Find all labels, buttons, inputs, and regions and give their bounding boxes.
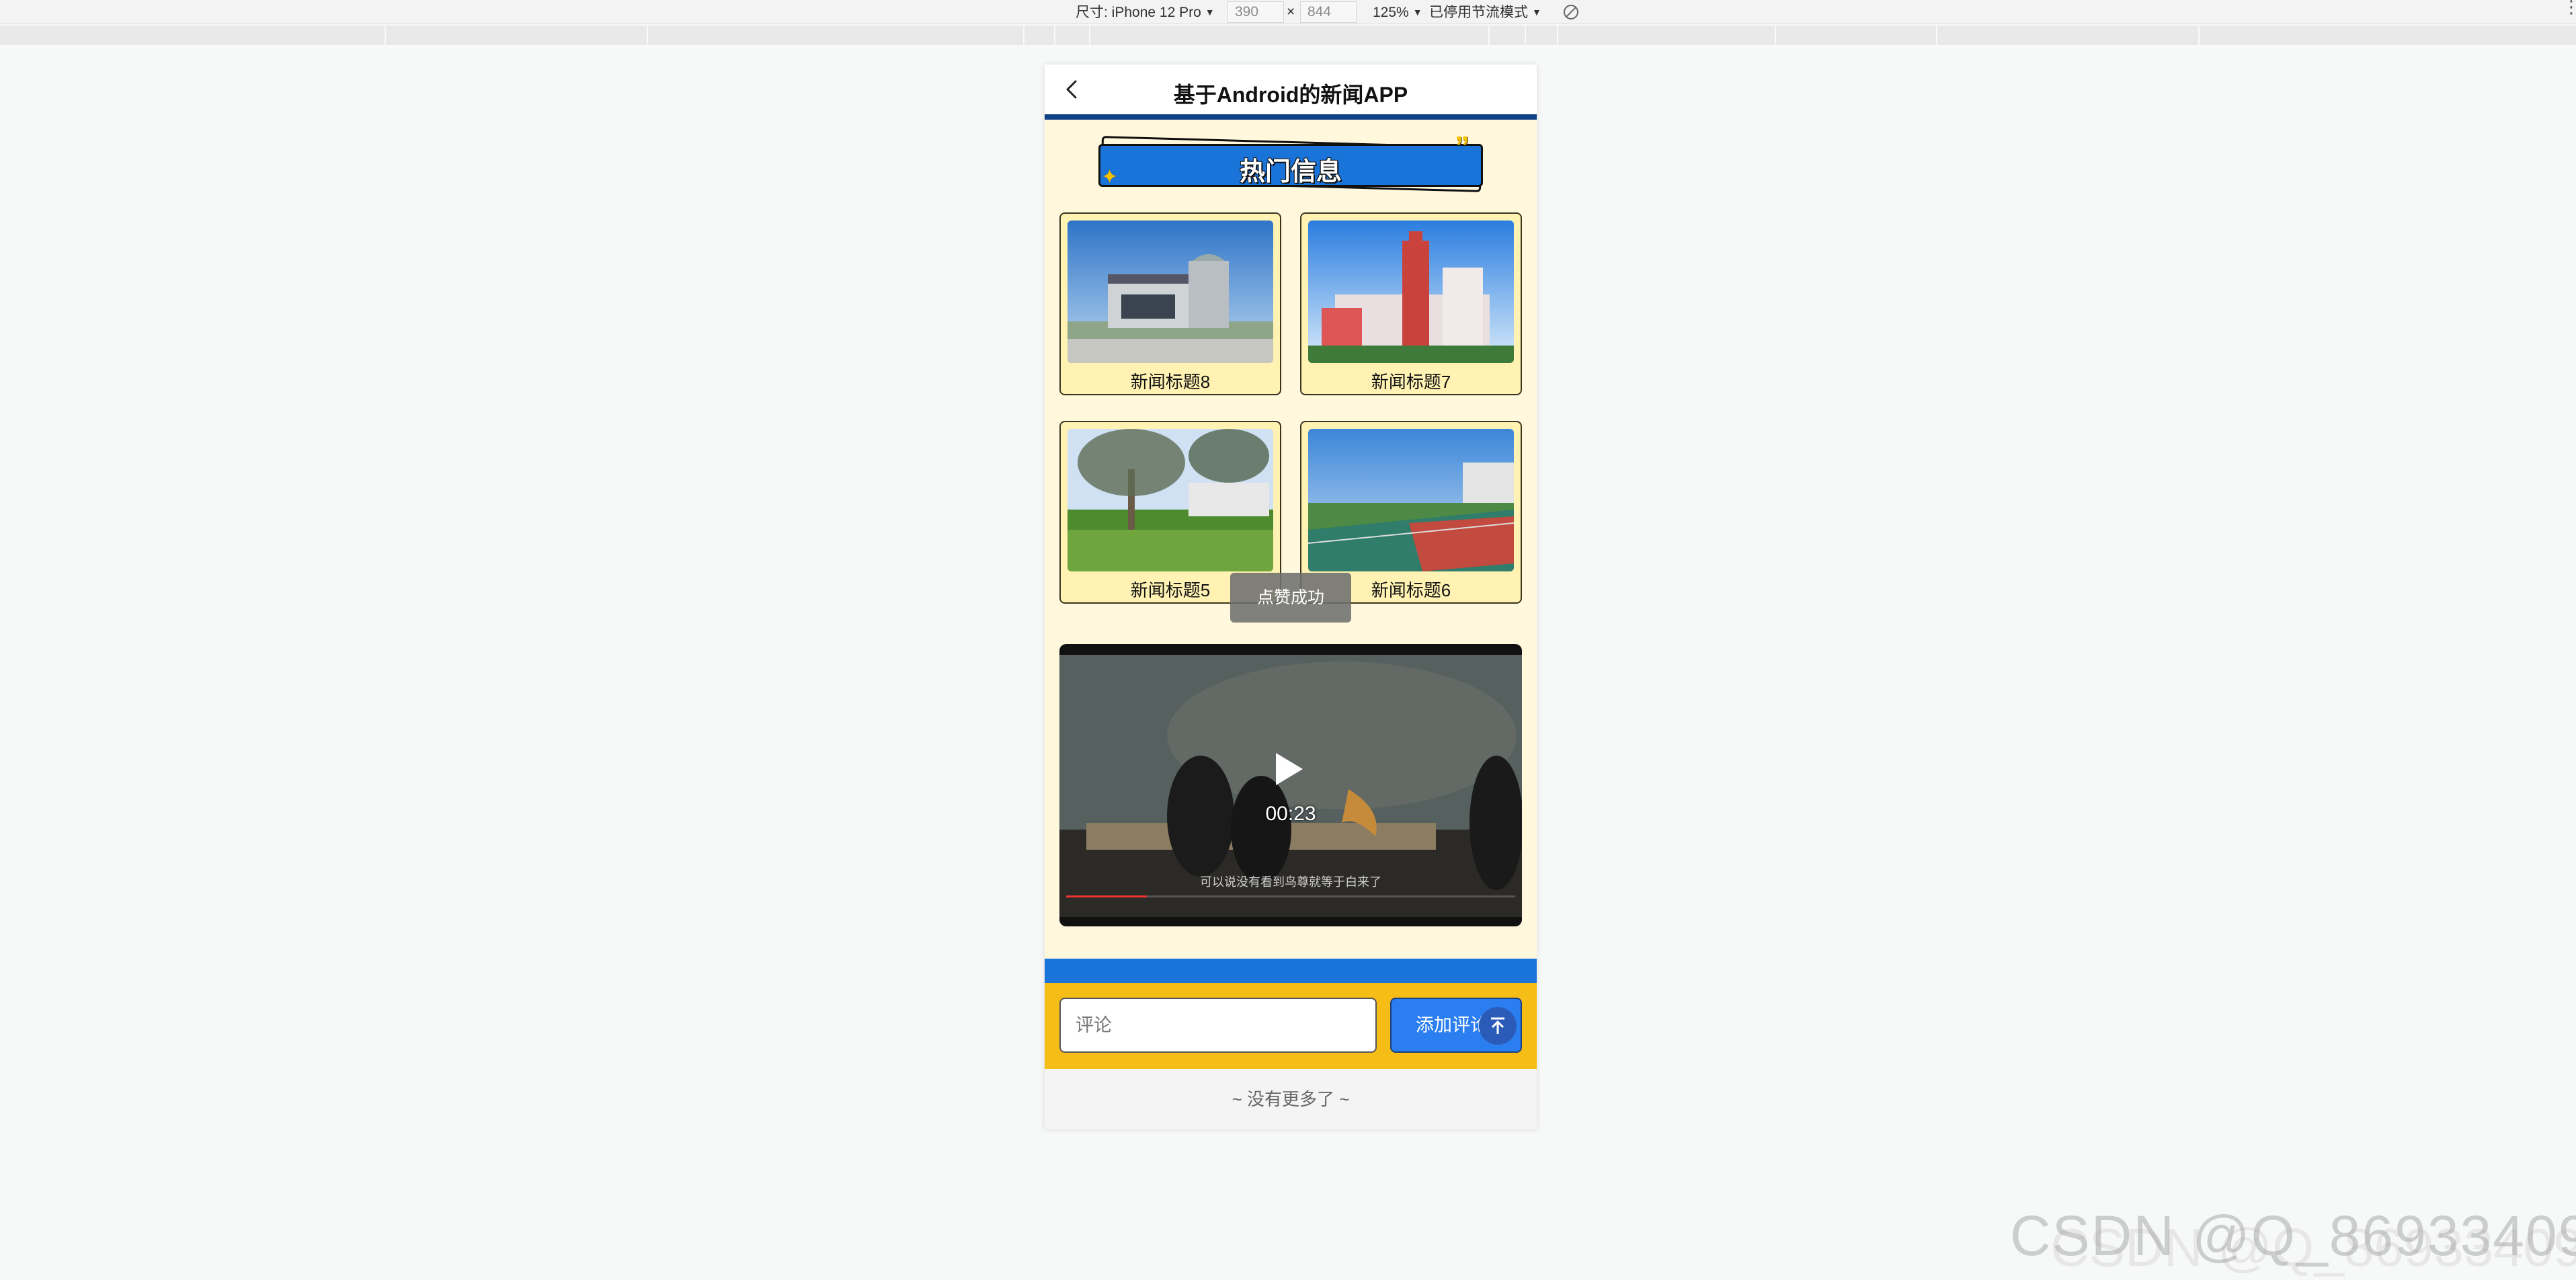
- disable-sensor-icon[interactable]: [1564, 5, 1578, 19]
- video-duration: 00:23: [1265, 803, 1316, 825]
- times-sign: ×: [1287, 4, 1295, 19]
- width-input[interactable]: 390: [1227, 1, 1284, 23]
- back-to-top-button[interactable]: [1479, 1007, 1517, 1045]
- throttle-label: 已停用节流模式: [1429, 5, 1528, 20]
- news-thumbnail[interactable]: [1068, 221, 1273, 363]
- ruler-segment[interactable]: [385, 26, 386, 44]
- news-title: 新闻标题7: [1371, 372, 1451, 392]
- toast-message: 点赞成功: [1230, 573, 1351, 623]
- device-select[interactable]: 尺寸: iPhone 12 Pro ▼: [1076, 3, 1215, 22]
- news-thumbnail[interactable]: [1068, 429, 1273, 571]
- ruler-segment[interactable]: [1054, 26, 1055, 44]
- height-input[interactable]: 844: [1300, 1, 1357, 23]
- ruler-segment[interactable]: [1525, 26, 1526, 44]
- quote-icon: ”: [1455, 130, 1470, 163]
- news-card[interactable]: 新闻标题8: [1059, 212, 1281, 395]
- ruler-segment[interactable]: [2198, 26, 2200, 44]
- more-options-icon[interactable]: ⋮: [2563, 0, 2576, 23]
- news-thumbnail[interactable]: [1308, 221, 1514, 363]
- ruler-segment[interactable]: [647, 26, 648, 44]
- device-label: 尺寸: iPhone 12 Pro: [1076, 5, 1201, 20]
- media-query-ruler: [0, 26, 2576, 44]
- video-subtitle: 可以说没有看到鸟尊就等于白来了: [1200, 875, 1381, 889]
- nav-bar: 基于Android的新闻APP: [1045, 65, 1537, 120]
- ruler-segment[interactable]: [1775, 26, 1776, 44]
- ruler-segment[interactable]: [1936, 26, 1937, 44]
- ruler-segment[interactable]: [1089, 26, 1090, 44]
- caret-down-icon: ▼: [1532, 7, 1541, 17]
- ruler-segment[interactable]: [1488, 26, 1490, 44]
- section-title: 热门信息: [1239, 158, 1342, 186]
- devtools-device-toolbar: 尺寸: iPhone 12 Pro ▼ 390 × 844 125% ▼ 已停用节流…: [0, 0, 2576, 24]
- ruler-segment[interactable]: [1557, 26, 1558, 44]
- arrow-up-icon: [1491, 1017, 1504, 1034]
- comment-input[interactable]: [1059, 998, 1377, 1053]
- comment-bar: 添加评论: [1045, 983, 1537, 1069]
- sparkle-icon: ✦: [1101, 166, 1119, 188]
- section-banner: 热门信息 ✦ ”: [1098, 130, 1483, 192]
- csdn-watermark: CSDN @Q_869334091: [2010, 1204, 2576, 1267]
- zoom-label: 125%: [1373, 5, 1409, 20]
- video-progress-fill: [1066, 895, 1148, 897]
- no-more-note: ~ 没有更多了 ~: [1045, 1069, 1537, 1129]
- video-progress-bar[interactable]: [1066, 895, 1515, 897]
- news-card[interactable]: 新闻标题7: [1300, 212, 1522, 395]
- throttle-select[interactable]: 已停用节流模式 ▼: [1429, 3, 1541, 22]
- play-icon[interactable]: [1276, 753, 1303, 785]
- blue-divider: [1045, 959, 1537, 983]
- news-thumbnail[interactable]: [1308, 429, 1514, 571]
- caret-down-icon: ▼: [1205, 7, 1215, 17]
- page-title: 基于Android的新闻APP: [1173, 83, 1408, 107]
- phone-viewport: 基于Android的新闻APP 热门信息 ✦ ” 新闻标题8 新闻标题7 新闻标…: [1045, 65, 1537, 1129]
- zoom-select[interactable]: 125% ▼: [1373, 3, 1422, 22]
- video-player[interactable]: 00:23 可以说没有看到鸟尊就等于白来了: [1059, 644, 1522, 926]
- ruler-segment[interactable]: [1023, 26, 1024, 44]
- video-controls: [1066, 904, 1515, 914]
- caret-down-icon: ▼: [1412, 7, 1422, 17]
- news-title: 新闻标题8: [1130, 372, 1211, 392]
